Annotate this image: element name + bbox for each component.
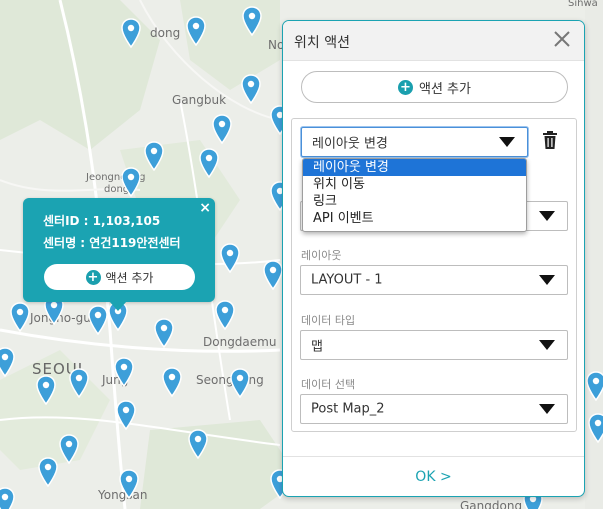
- map-pin-icon[interactable]: [10, 302, 30, 332]
- layout-select[interactable]: LAYOUT - 1: [300, 265, 568, 295]
- map-label: dong: [150, 26, 181, 40]
- map-pin-icon[interactable]: [186, 16, 206, 46]
- data-select-select[interactable]: Post Map_2: [300, 394, 568, 424]
- action-type-dropdown: 레이아웃 변경 위치 이동 링크 API 이벤트: [302, 158, 527, 232]
- map-pin-icon[interactable]: [121, 167, 141, 197]
- map-pin-icon[interactable]: [69, 368, 89, 398]
- map-pin-icon[interactable]: [199, 148, 219, 178]
- trash-icon[interactable]: [542, 131, 558, 149]
- data-select-value: Post Map_2: [311, 401, 385, 417]
- location-action-panel: 위치 액션 + 액션 추가 레이아웃 변경 레이아웃 LAYOUT - 1 데이…: [282, 20, 585, 497]
- data-type-label: 데이터 타입: [301, 314, 356, 327]
- center-id-text: 센터ID : 1,103,105: [43, 214, 161, 228]
- map-pin-icon[interactable]: [116, 400, 136, 430]
- dropdown-option[interactable]: 링크: [303, 193, 526, 210]
- map-pin-icon[interactable]: [263, 260, 283, 290]
- map-pin-icon[interactable]: [188, 429, 208, 459]
- map-pin-icon[interactable]: [241, 74, 261, 104]
- map-pin-icon[interactable]: [586, 371, 603, 401]
- map-pin-icon[interactable]: [154, 318, 174, 348]
- map-pin-icon[interactable]: [119, 469, 139, 499]
- map-pin-icon[interactable]: [38, 457, 58, 487]
- map-label: Dongdaemu: [203, 335, 277, 349]
- chevron-down-icon: [539, 340, 555, 350]
- dropdown-option[interactable]: 레이아웃 변경: [303, 159, 526, 176]
- map-pin-icon[interactable]: [162, 367, 182, 397]
- map-pin-icon[interactable]: [0, 347, 15, 377]
- dropdown-option[interactable]: 위치 이동: [303, 176, 526, 193]
- map-label: Gangbuk: [172, 93, 227, 107]
- dropdown-option[interactable]: API 이벤트: [303, 210, 526, 227]
- ok-button[interactable]: OK >: [283, 457, 584, 496]
- layout-value: LAYOUT - 1: [311, 272, 383, 288]
- panel-title: 위치 액션: [294, 35, 350, 51]
- add-action-label: 액션 추가: [419, 81, 471, 97]
- center-name-text: 센터명 : 연건119안전센터: [43, 236, 181, 250]
- chevron-down-icon: [539, 211, 555, 221]
- close-icon[interactable]: [552, 29, 572, 49]
- panel-header: 위치 액션: [283, 21, 584, 61]
- action-type-select[interactable]: 레이아웃 변경: [301, 127, 528, 157]
- map-label: Gangdong: [460, 499, 523, 509]
- map-pin-icon[interactable]: [215, 300, 235, 330]
- map-pin-icon[interactable]: [588, 413, 603, 443]
- action-type-value: 레이아웃 변경: [312, 136, 388, 152]
- data-select-label: 데이터 선택: [301, 378, 356, 391]
- popup-close-icon[interactable]: ×: [199, 200, 211, 216]
- map-pin-icon[interactable]: [114, 357, 134, 387]
- map-pin-icon[interactable]: [220, 243, 240, 273]
- panel-footer: OK >: [283, 456, 584, 496]
- plus-circle-icon: +: [398, 79, 413, 95]
- map-pin-icon[interactable]: [230, 368, 250, 398]
- data-type-value: 맵: [311, 339, 323, 355]
- popup-add-action-button[interactable]: + 액션 추가: [44, 264, 195, 290]
- map-pin-icon[interactable]: [121, 18, 141, 48]
- chevron-down-icon: [539, 404, 555, 414]
- add-action-button[interactable]: + 액션 추가: [301, 71, 568, 103]
- chevron-down-icon: [499, 137, 515, 147]
- popup-pointer: [109, 301, 127, 311]
- map-label: Sihwa: [568, 0, 598, 9]
- chevron-down-icon: [539, 275, 555, 285]
- map-pin-icon[interactable]: [0, 487, 15, 509]
- map-pin-icon[interactable]: [144, 141, 164, 171]
- plus-circle-icon: +: [85, 269, 101, 285]
- map-pin-icon[interactable]: [36, 375, 56, 405]
- data-type-select[interactable]: 맵: [300, 330, 568, 360]
- popup-add-action-label: 액션 추가: [105, 270, 154, 285]
- center-info-popup: × 센터ID : 1,103,105 센터명 : 연건119안전센터 + 액션 …: [23, 198, 215, 311]
- map-pin-icon[interactable]: [212, 114, 232, 144]
- map-pin-icon[interactable]: [59, 434, 79, 464]
- map-pin-icon[interactable]: [242, 6, 262, 36]
- layout-label: 레이아웃: [301, 249, 342, 262]
- map-pin-icon[interactable]: [88, 305, 108, 335]
